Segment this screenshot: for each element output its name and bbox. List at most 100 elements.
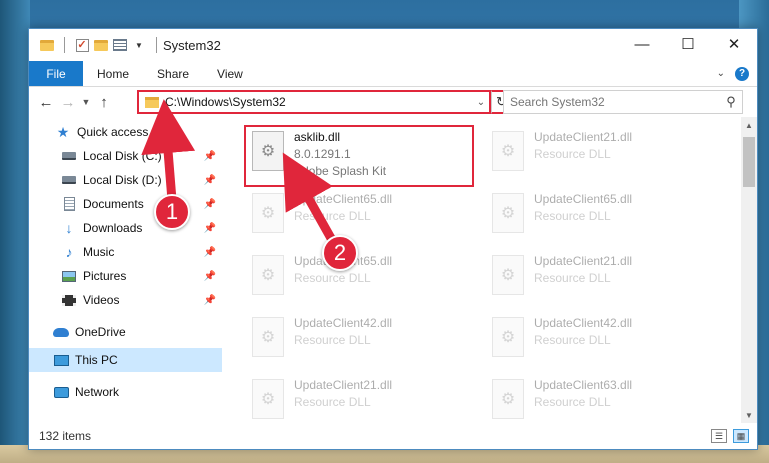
list-item[interactable]: ⚙ UpdateClient65.dll Resource DLL — [246, 251, 476, 309]
file-name: UpdateClient21.dll — [534, 254, 633, 268]
minimize-button[interactable]: — — [619, 29, 665, 59]
file-description: Resource DLL — [534, 395, 611, 409]
sidebar-item-label: Videos — [83, 293, 120, 307]
file-version: 8.0.1291.1 — [294, 147, 351, 161]
sidebar-item-pictures[interactable]: Pictures 📌 — [29, 264, 222, 288]
toolbar-divider — [64, 37, 65, 53]
documents-icon — [61, 197, 77, 211]
forward-arrow-icon[interactable]: → — [57, 91, 79, 113]
dll-file-icon: ⚙ — [252, 193, 284, 233]
list-item[interactable]: ⚙ UpdateClient65.dll Resource DLL — [246, 189, 476, 247]
vertical-scrollbar[interactable]: ▲ ▼ — [741, 117, 757, 423]
sidebar-item-local-disk-c[interactable]: Local Disk (C:) 📌 — [29, 144, 222, 168]
sidebar-item-documents[interactable]: Documents 📌 — [29, 192, 222, 216]
recent-locations-chevron-icon[interactable]: ▼ — [79, 91, 93, 113]
callout-step-1: 1 — [154, 194, 190, 230]
pin-icon[interactable]: 📌 — [204, 271, 216, 282]
new-folder-icon[interactable] — [93, 37, 109, 53]
tab-view[interactable]: View — [203, 61, 257, 86]
large-icons-view-icon[interactable]: ▦ — [733, 429, 749, 443]
chevron-down-icon[interactable]: ▼ — [131, 37, 147, 53]
back-arrow-icon[interactable]: ← — [35, 91, 57, 113]
star-icon: ★ — [56, 123, 70, 140]
pin-icon[interactable]: 📌 — [204, 223, 216, 234]
search-icon[interactable]: ⚲ — [720, 94, 742, 110]
pin-icon[interactable]: 📌 — [204, 247, 216, 258]
tab-file[interactable]: File — [29, 61, 83, 86]
dll-file-icon: ⚙ — [252, 379, 284, 419]
tab-home[interactable]: Home — [83, 61, 143, 86]
title-bar: ✓ ▼ System32 — ☐ ✕ — [29, 29, 757, 61]
list-item[interactable]: ⚙ UpdateClient42.dll Resource DLL — [246, 313, 476, 371]
videos-icon — [61, 293, 77, 307]
downloads-icon: ↓ — [65, 220, 73, 236]
dll-file-icon: ⚙ — [492, 193, 524, 233]
drive-icon — [61, 149, 77, 163]
file-description: Resource DLL — [534, 333, 611, 347]
sidebar-item-music[interactable]: ♪ Music 📌 — [29, 240, 222, 264]
file-item-asklib[interactable]: ⚙ asklib.dll 8.0.1291.1 Adobe Splash Kit — [244, 125, 474, 187]
expand-ribbon-icon[interactable]: ⌄ — [717, 68, 725, 79]
list-item[interactable]: ⚙ UpdateClient42.dll Resource DLL — [486, 313, 716, 371]
sidebar-item-downloads[interactable]: ↓ Downloads 📌 — [29, 216, 222, 240]
sidebar-item-network[interactable]: Network — [29, 380, 222, 404]
scroll-down-icon[interactable]: ▼ — [741, 407, 757, 423]
properties-check-icon[interactable]: ✓ — [74, 37, 90, 53]
list-item[interactable]: ⚙ UpdateClient21.dll Resource DLL — [486, 251, 716, 309]
file-name: asklib.dll — [294, 130, 341, 144]
list-item[interactable]: ⚙ UpdateClient65.dll Resource DLL — [486, 189, 716, 247]
list-item[interactable]: ⚙ UpdateClient21.dll Resource DLL — [486, 127, 716, 185]
list-item[interactable]: ⚙ UpdateClient63.dll Resource DLL — [486, 375, 716, 423]
file-description: Resource DLL — [294, 333, 371, 347]
folder-icon[interactable] — [39, 37, 55, 53]
window-controls: — ☐ ✕ — [619, 29, 757, 59]
status-bar: 132 items ☰ ▦ — [29, 423, 757, 449]
address-path[interactable]: C:\Windows\System32 — [165, 95, 473, 109]
scroll-up-icon[interactable]: ▲ — [741, 117, 757, 133]
search-box[interactable]: ⚲ — [503, 90, 743, 114]
pin-icon[interactable]: 📌 — [204, 295, 216, 306]
explorer-window: ✓ ▼ System32 — ☐ ✕ File Home Share View … — [28, 28, 758, 450]
file-description: Adobe Splash Kit — [294, 164, 387, 178]
sidebar-item-label: Pictures — [83, 269, 127, 283]
music-icon: ♪ — [65, 244, 73, 260]
scroll-thumb[interactable] — [743, 137, 755, 187]
sidebar-item-local-disk-d[interactable]: Local Disk (D:) 📌 — [29, 168, 222, 192]
sidebar-item-label: OneDrive — [75, 325, 126, 339]
file-name: UpdateClient42.dll — [294, 316, 393, 330]
chevron-down-icon[interactable]: ⌄ — [473, 97, 489, 108]
file-description: Resource DLL — [534, 209, 611, 223]
sidebar-item-label: Music — [83, 245, 115, 259]
pin-icon[interactable]: 📌 — [204, 151, 216, 162]
desktop-background-left — [0, 0, 30, 463]
sidebar-item-this-pc[interactable]: This PC — [29, 348, 222, 372]
help-icon[interactable]: ? — [735, 66, 749, 81]
file-name: UpdateClient63.dll — [534, 378, 633, 392]
sidebar-item-label: This PC — [75, 353, 118, 367]
dll-file-icon: ⚙ — [492, 131, 524, 171]
list-item[interactable]: ⚙ UpdateClient21.dll Resource DLL — [246, 375, 476, 423]
pin-icon[interactable]: 📌 — [204, 175, 216, 186]
ribbon-tabs: File Home Share View ⌄ ? — [29, 61, 757, 87]
pin-icon[interactable]: 📌 — [204, 199, 216, 210]
properties-icon[interactable] — [112, 37, 128, 53]
quick-access-toolbar: ✓ ▼ — [29, 37, 163, 53]
sidebar-item-videos[interactable]: Videos 📌 — [29, 288, 222, 312]
file-name: UpdateClient65.dll — [294, 192, 393, 206]
sidebar-item-onedrive[interactable]: OneDrive — [29, 320, 222, 344]
toolbar-divider — [156, 37, 157, 53]
sidebar-item-quick-access[interactable]: ★ Quick access — [29, 120, 222, 144]
details-view-icon[interactable]: ☰ — [711, 429, 727, 443]
up-arrow-icon[interactable]: ↑ — [93, 91, 115, 113]
tab-share[interactable]: Share — [143, 61, 203, 86]
address-row: ← → ▼ ↑ C:\Windows\System32 ⌄ ↻ ⚲ — [29, 87, 757, 117]
search-input[interactable] — [510, 95, 720, 109]
sidebar-item-label: Local Disk (C:) — [83, 149, 162, 163]
close-button[interactable]: ✕ — [711, 29, 757, 59]
file-description: Resource DLL — [294, 395, 371, 409]
address-bar[interactable]: C:\Windows\System32 ⌄ — [137, 90, 491, 114]
maximize-button[interactable]: ☐ — [665, 29, 711, 59]
folder-icon — [145, 96, 159, 108]
dll-file-icon: ⚙ — [252, 317, 284, 357]
dll-file-icon: ⚙ — [492, 317, 524, 357]
